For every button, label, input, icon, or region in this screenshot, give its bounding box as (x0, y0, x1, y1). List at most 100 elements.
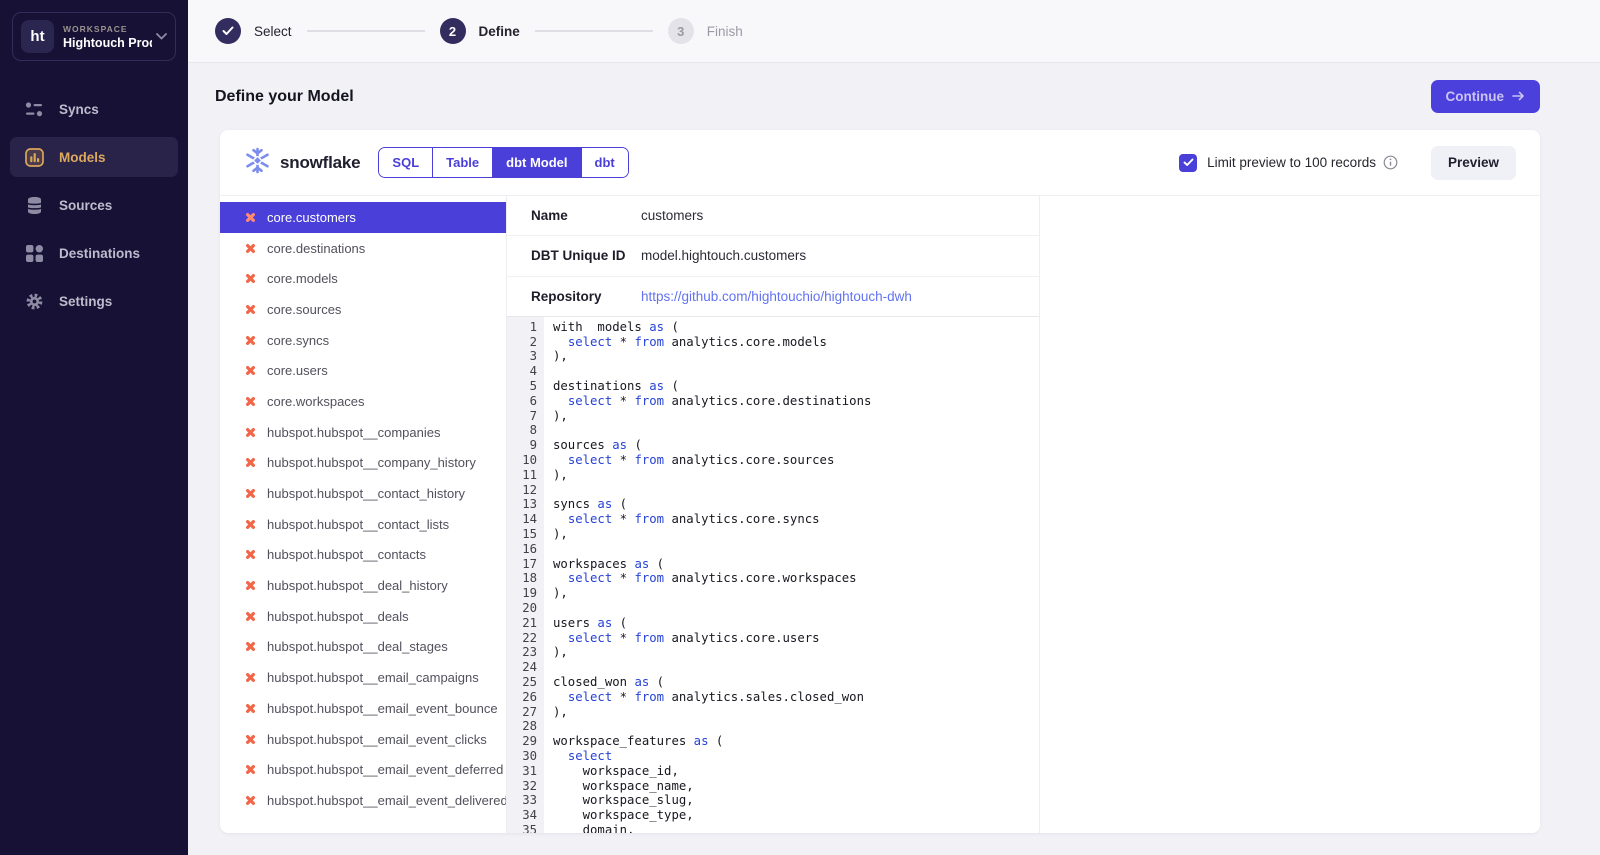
code-line: ), (553, 468, 1039, 483)
preview-button[interactable]: Preview (1431, 146, 1516, 180)
stepper-step-finish[interactable]: 3 Finish (668, 18, 743, 44)
code-line: select * from analytics.core.models (553, 335, 1039, 350)
dbt-icon (244, 548, 257, 561)
model-name: core.users (267, 363, 328, 378)
code-line: workspaces as ( (553, 557, 1039, 572)
code-line: ), (553, 409, 1039, 424)
repository-link[interactable]: https://github.com/hightouchio/hightouch… (641, 289, 912, 304)
line-number: 25 (507, 675, 537, 690)
dbt-icon (244, 640, 257, 653)
model-list-item[interactable]: hubspot.hubspot__email_event_delivered (220, 785, 506, 816)
dbt-icon (244, 763, 257, 776)
model-list-item[interactable]: hubspot.hubspot__deal_history (220, 570, 506, 601)
model-card: snowflake SQLTabledbt Modeldbt Limit pre… (220, 130, 1540, 833)
model-list-item[interactable]: hubspot.hubspot__deals (220, 601, 506, 632)
sidebar-item-sources[interactable]: Sources (10, 185, 178, 225)
line-number: 27 (507, 705, 537, 720)
limit-preview-label: Limit preview to 100 records (1207, 155, 1376, 170)
model-list-item[interactable]: core.syncs (220, 325, 506, 356)
stepper-step-define[interactable]: 2Define (440, 18, 520, 44)
syncs-icon (25, 100, 44, 119)
check-icon (215, 18, 241, 44)
line-number: 15 (507, 527, 537, 542)
model-type-tabs: SQLTabledbt Modeldbt (378, 147, 628, 178)
line-number: 2 (507, 335, 537, 350)
sidebar-item-syncs[interactable]: Syncs (10, 89, 178, 129)
code-line: select * from analytics.sales.closed_won (553, 690, 1039, 705)
sql-editor[interactable]: 1234567891011121314151617181920212223242… (507, 317, 1039, 833)
stepper-circle: 3 (668, 18, 694, 44)
card-header: snowflake SQLTabledbt Modeldbt Limit pre… (220, 130, 1540, 196)
info-icon[interactable] (1383, 155, 1398, 170)
tab-sql[interactable]: SQL (379, 148, 433, 177)
code-line: workspace_slug, (553, 793, 1039, 808)
line-number: 7 (507, 409, 537, 424)
code-line (553, 601, 1039, 616)
model-list-item[interactable]: hubspot.hubspot__deal_stages (220, 632, 506, 663)
model-list-item[interactable]: hubspot.hubspot__email_campaigns (220, 662, 506, 693)
line-number: 19 (507, 586, 537, 601)
model-list-item[interactable]: core.users (220, 355, 506, 386)
line-number: 26 (507, 690, 537, 705)
model-list-item[interactable]: hubspot.hubspot__contact_history (220, 478, 506, 509)
model-name: hubspot.hubspot__contact_history (267, 486, 465, 501)
code-line: destinations as ( (553, 379, 1039, 394)
dbt-icon (244, 364, 257, 377)
line-number: 5 (507, 379, 537, 394)
stepper-connector (535, 30, 653, 32)
code-line: ), (553, 527, 1039, 542)
model-list-item[interactable]: hubspot.hubspot__company_history (220, 448, 506, 479)
preview-panel (1040, 196, 1540, 833)
snowflake-icon (244, 147, 271, 179)
dbt-icon (244, 303, 257, 316)
code-line: workspace_id, (553, 764, 1039, 779)
code-line: workspace_features as ( (553, 734, 1039, 749)
model-list-item[interactable]: hubspot.hubspot__email_event_deferred (220, 754, 506, 785)
line-number: 20 (507, 601, 537, 616)
model-name: hubspot.hubspot__contacts (267, 547, 426, 562)
line-number: 6 (507, 394, 537, 409)
model-list-item[interactable]: core.customers (220, 202, 506, 233)
sidebar-item-label: Models (59, 150, 106, 165)
model-list-item[interactable]: core.sources (220, 294, 506, 325)
sidebar-item-label: Destinations (59, 246, 140, 261)
continue-button[interactable]: Continue (1431, 80, 1541, 113)
model-name: hubspot.hubspot__companies (267, 425, 440, 440)
model-list-item[interactable]: hubspot.hubspot__contacts (220, 540, 506, 571)
line-number: 31 (507, 764, 537, 779)
workspace-switcher[interactable]: ht WORKSPACE Hightouch Produ... (12, 12, 176, 61)
sidebar-item-models[interactable]: Models (10, 137, 178, 177)
code-line: select * from analytics.core.workspaces (553, 571, 1039, 586)
limit-preview-checkbox[interactable] (1179, 154, 1197, 172)
tab-dbt-model[interactable]: dbt Model (493, 148, 581, 177)
dbt-icon (244, 579, 257, 592)
line-number: 28 (507, 719, 537, 734)
code-line: ), (553, 586, 1039, 601)
model-list: core.customerscore.destinations core.mode… (220, 196, 507, 833)
model-name: hubspot.hubspot__email_event_deferred (267, 762, 503, 777)
dbt-icon (244, 610, 257, 623)
sidebar-item-settings[interactable]: Settings (10, 281, 178, 321)
line-number: 9 (507, 438, 537, 453)
tab-dbt[interactable]: dbt (582, 148, 628, 177)
sidebar-item-destinations[interactable]: Destinations (10, 233, 178, 273)
stepper-step-select[interactable]: Select (215, 18, 292, 44)
model-name: core.models (267, 271, 338, 286)
code-line: sources as ( (553, 438, 1039, 453)
continue-label: Continue (1446, 89, 1505, 104)
dbt-icon (244, 395, 257, 408)
stepper-label: Finish (707, 24, 743, 39)
tab-table[interactable]: Table (433, 148, 493, 177)
model-list-item[interactable]: hubspot.hubspot__email_event_bounce (220, 693, 506, 724)
model-list-item[interactable]: core.destinations (220, 233, 506, 264)
model-list-item[interactable]: hubspot.hubspot__email_event_clicks (220, 724, 506, 755)
detail-label: Name (531, 208, 641, 223)
model-list-item[interactable]: core.models (220, 263, 506, 294)
limit-preview-group: Limit preview to 100 records (1179, 154, 1398, 172)
model-list-item[interactable]: hubspot.hubspot__companies (220, 417, 506, 448)
model-list-item[interactable]: core.workspaces (220, 386, 506, 417)
editor-code[interactable]: with models as ( select * from analytics… (544, 317, 1039, 833)
workspace-text: WORKSPACE Hightouch Produ... (63, 24, 152, 50)
model-list-item[interactable]: hubspot.hubspot__contact_lists (220, 509, 506, 540)
sidebar-nav: Syncs Models Sources Destinations Settings (0, 89, 188, 321)
